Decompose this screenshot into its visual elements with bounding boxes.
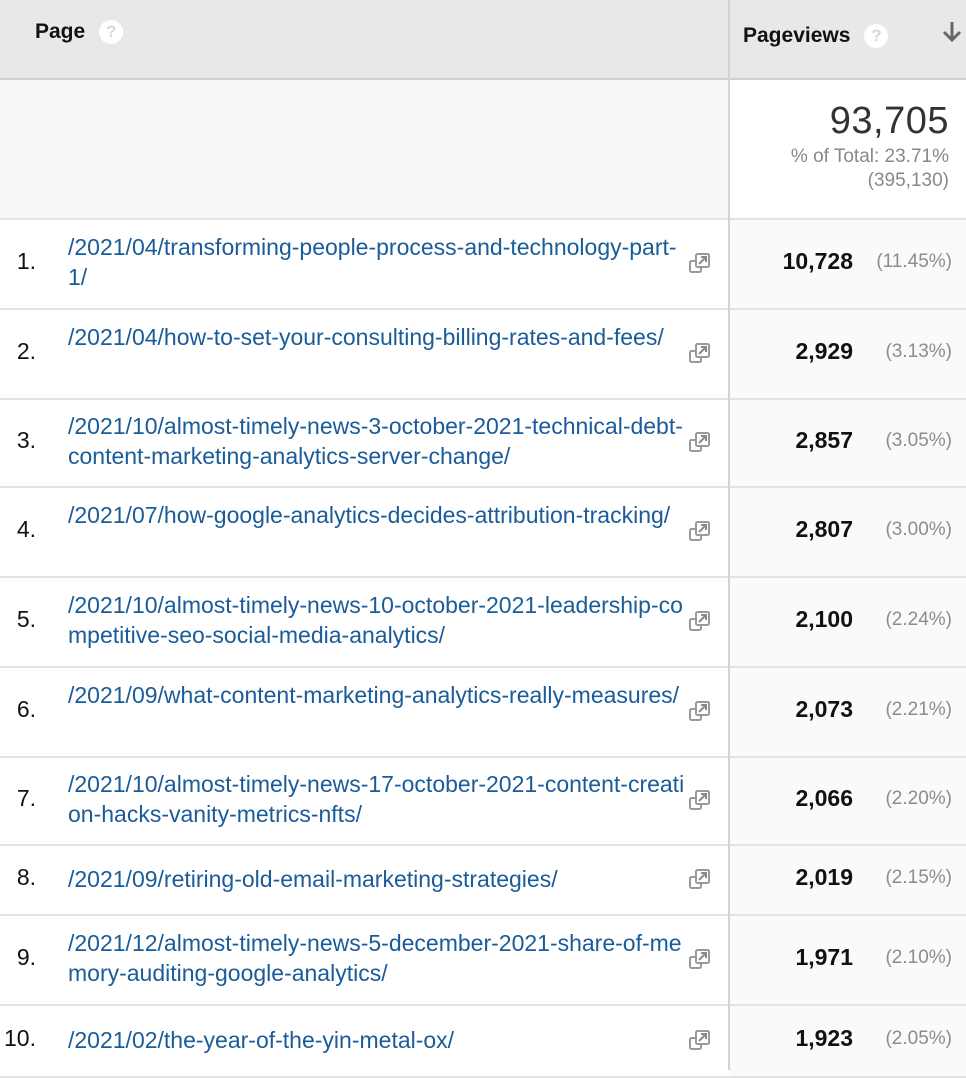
open-external-link-icon[interactable] [687,250,713,276]
pageviews-value: 2,019 [795,864,853,890]
pageviews-value: 2,066 [795,785,853,811]
table-row: 8. /2021/09/retiring-old-email-marketing-… [0,846,966,916]
pageviews-percent: (11.45%) [876,251,952,272]
pageviews-value: 2,100 [795,606,853,632]
pageviews-value: 1,923 [795,1025,853,1051]
pageviews-percent: (2.20%) [885,788,952,809]
table-row: 2. /2021/04/how-to-set-your-consulting-bi… [0,310,966,400]
pageviews-percent: (2.15%) [885,867,952,888]
pageviews-value: 2,073 [795,696,853,722]
row-rank: 10. [4,1025,36,1051]
page-path-link[interactable]: /2021/09/what-content-marketing-analytic… [68,680,686,710]
help-icon[interactable]: ? [864,24,889,48]
table-row: 9. /2021/12/almost-timely-news-5-december… [0,916,966,1006]
pageviews-value: 2,857 [795,427,853,453]
column-header-pageviews-label: Pageviews [743,24,851,47]
open-external-link-icon[interactable] [687,340,713,366]
pageviews-value: 10,728 [782,248,853,274]
help-icon[interactable]: ? [99,20,124,44]
table-row: 7. /2021/10/almost-timely-news-17-october… [0,758,966,846]
row-rank: 2. [16,338,36,364]
page-path-link[interactable]: /2021/04/transforming-people-process-and… [68,232,686,292]
pageviews-percent: (3.05%) [885,430,952,451]
open-external-link-icon[interactable] [687,866,713,892]
row-rank: 3. [16,427,36,453]
pageviews-percent: (2.24%) [885,609,952,630]
site-total: (395,130) [867,170,949,191]
summary-row: 93,705 % of Total: 23.71% (395,130) [0,80,966,220]
page-path-link[interactable]: /2021/10/almost-timely-news-17-october-2… [68,769,686,829]
arrow-down-icon[interactable] [940,18,964,48]
page-path-link[interactable]: /2021/04/how-to-set-your-consulting-bill… [68,322,686,352]
row-rank: 1. [16,248,36,274]
page-path-link[interactable]: /2021/10/almost-timely-news-10-october-2… [68,590,686,650]
row-rank: 6. [16,696,36,722]
table-row: 3. /2021/10/almost-timely-news-3-october-… [0,400,966,488]
open-external-link-icon[interactable] [687,518,713,544]
table-row: 6. /2021/09/what-content-marketing-analyt… [0,668,966,758]
open-external-link-icon[interactable] [687,608,713,634]
pageviews-value: 2,807 [795,516,853,542]
page-path-link[interactable]: /2021/02/the-year-of-the-yin-metal-ox/ [68,1025,686,1055]
row-rank: 5. [16,606,36,632]
column-header-pageviews[interactable]: Pageviews ? [743,24,889,48]
table-header: Page ? Pageviews ? [0,0,966,80]
pageviews-value: 1,971 [795,944,853,970]
pageviews-percent: (3.13%) [885,341,952,362]
percent-of-total: % of Total: 23.71% [790,146,949,167]
pageviews-percent: (2.21%) [885,699,952,720]
open-external-link-icon[interactable] [687,698,713,724]
row-rank: 9. [16,944,36,970]
pageviews-percent: (2.10%) [885,947,952,968]
open-external-link-icon[interactable] [687,946,713,972]
page-path-link[interactable]: /2021/07/how-google-analytics-decides-at… [68,500,686,530]
row-rank: 4. [16,516,36,542]
table-row: 1. /2021/04/transforming-people-process-a… [0,220,966,310]
pageviews-percent: (2.05%) [885,1028,952,1049]
page-path-link[interactable]: /2021/10/almost-timely-news-3-october-20… [68,411,686,471]
row-rank: 8. [16,864,36,890]
total-pageviews: 93,705 [829,100,949,142]
open-external-link-icon[interactable] [687,787,713,813]
page-path-link[interactable]: /2021/09/retiring-old-email-marketing-st… [68,864,686,894]
pageviews-percent: (3.00%) [885,519,952,540]
page-path-link[interactable]: /2021/12/almost-timely-news-5-december-2… [68,928,686,988]
column-divider [728,0,730,1070]
row-rank: 7. [16,785,36,811]
table-row: 10. /2021/02/the-year-of-the-yin-metal-ox… [0,1006,966,1078]
column-header-page-label: Page [35,20,86,43]
table-row: 5. /2021/10/almost-timely-news-10-october… [0,578,966,668]
column-header-page[interactable]: Page ? [35,20,124,44]
open-external-link-icon[interactable] [687,429,713,455]
table-row: 4. /2021/07/how-google-analytics-decides-… [0,488,966,578]
open-external-link-icon[interactable] [687,1027,713,1053]
pageviews-value: 2,929 [795,338,853,364]
